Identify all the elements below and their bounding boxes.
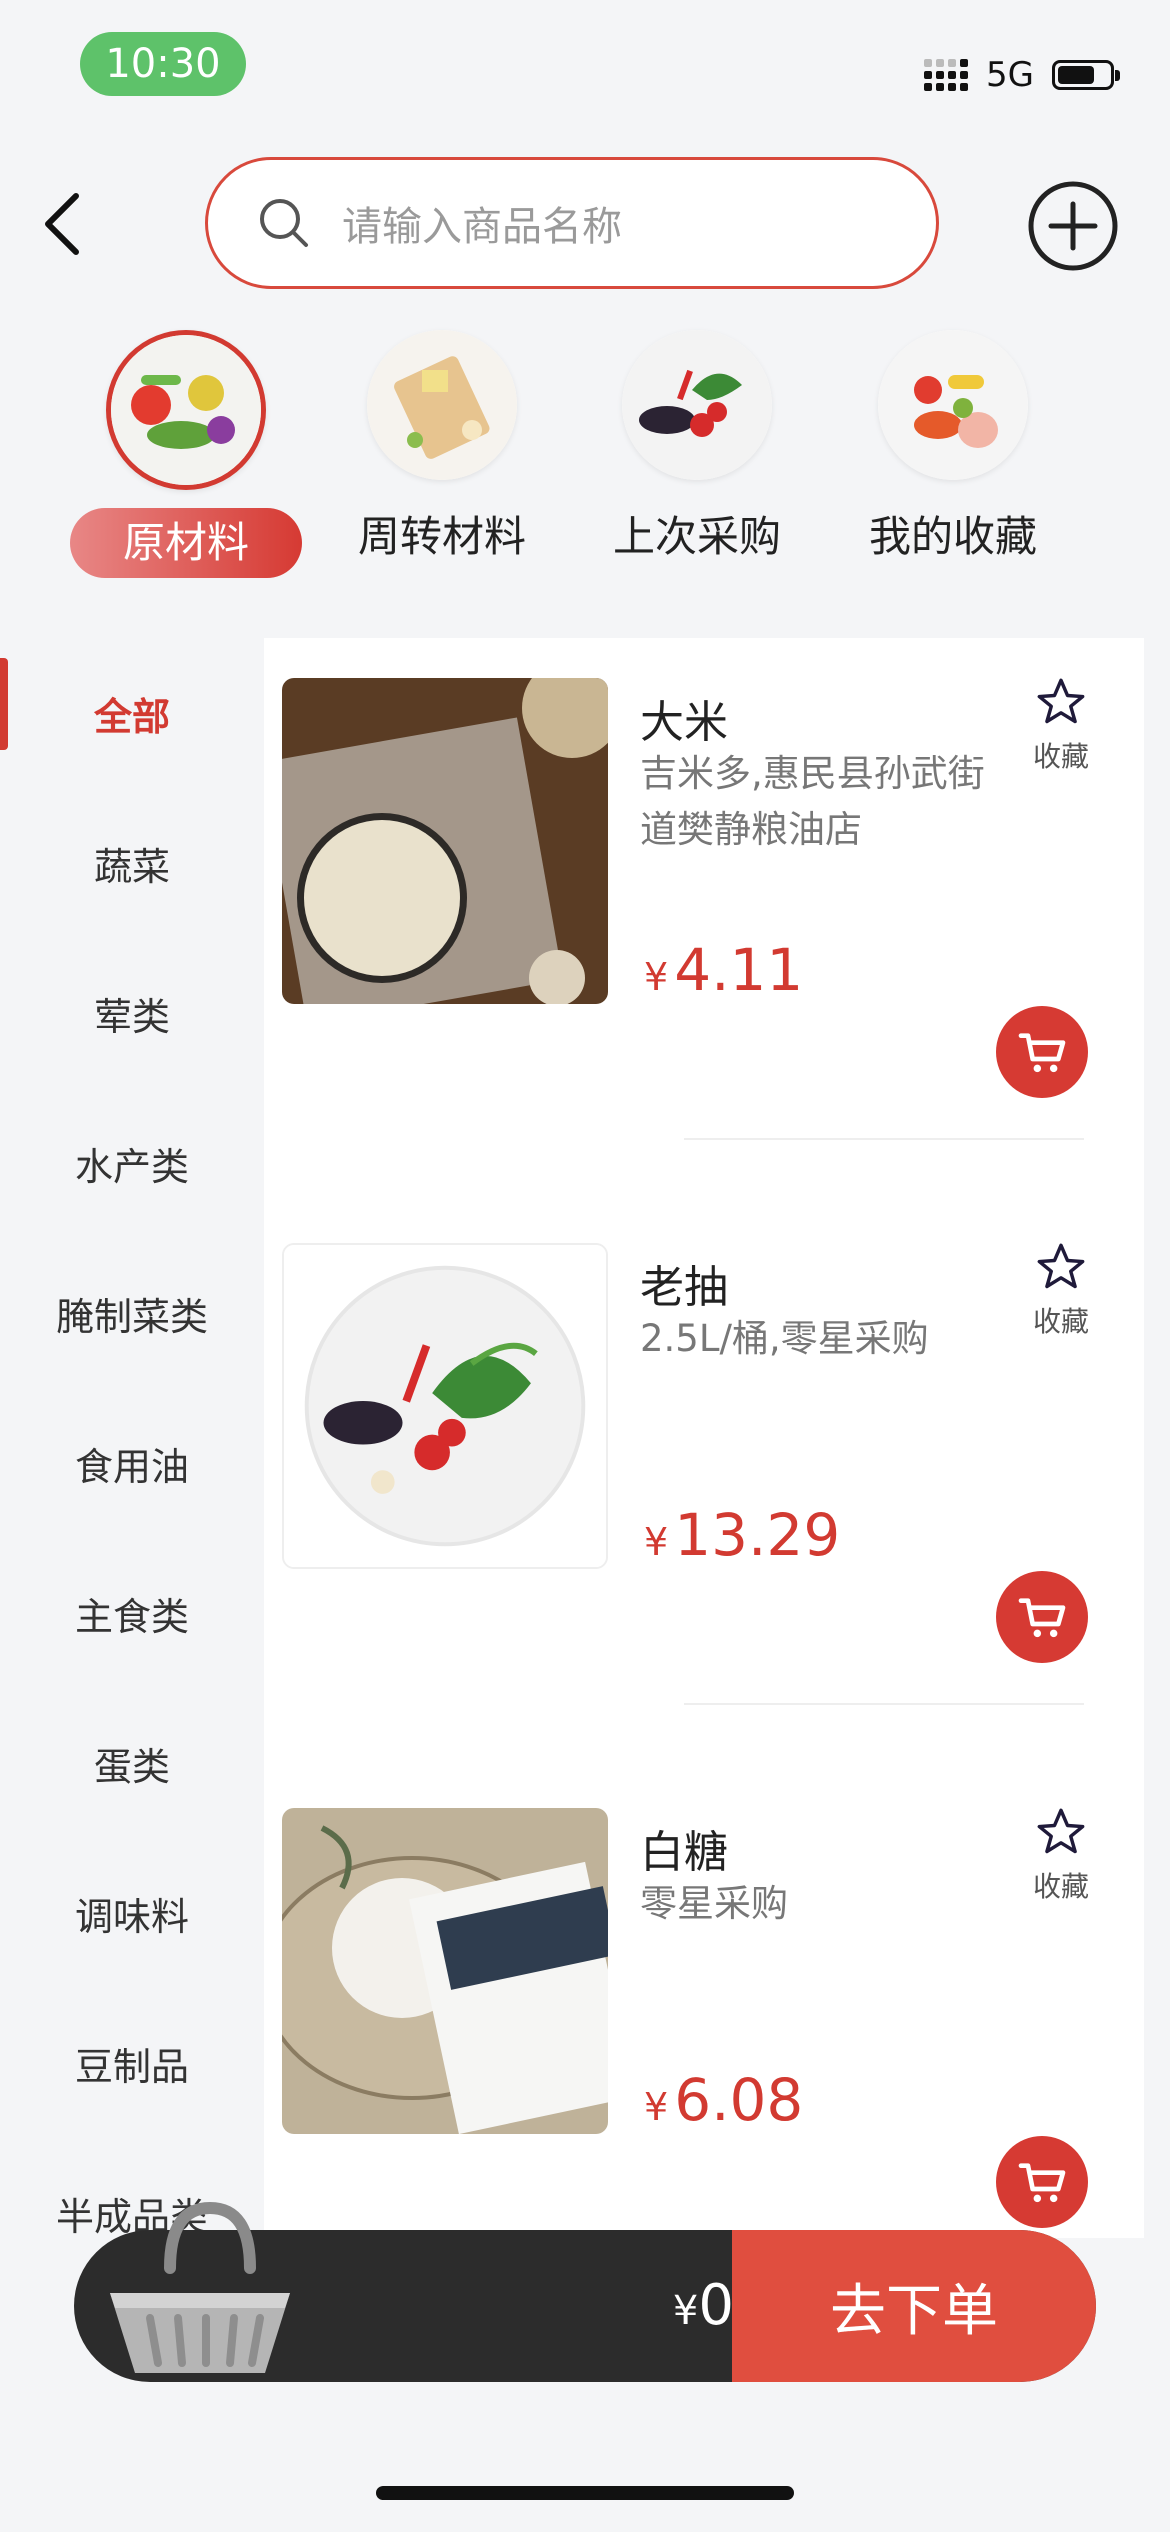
product-item[interactable]: 老抽 2.5L/桶,零星采购 ¥13.29 收藏	[280, 1241, 1140, 1806]
status-time: 10:30	[80, 32, 246, 96]
product-name: 大米	[640, 697, 728, 748]
sidebar-item-eggs[interactable]: 蛋类	[0, 1688, 264, 1838]
product-description: 零星采购	[640, 1882, 788, 1925]
plus-circle-icon	[1028, 181, 1118, 271]
product-name: 白糖	[640, 1827, 728, 1878]
favorite-label: 收藏	[1032, 1305, 1089, 1338]
product-price: ¥13.29	[644, 1501, 841, 1569]
sidebar-item-pickled[interactable]: 腌制菜类	[0, 1238, 264, 1388]
favorite-label: 收藏	[1032, 1870, 1089, 1903]
favorite-button[interactable]: 收藏	[1026, 1241, 1096, 1340]
sidebar-item-soy-products[interactable]: 豆制品	[0, 1988, 264, 2138]
add-to-cart-button[interactable]	[996, 2136, 1088, 2228]
status-indicators: 5G	[924, 50, 1120, 100]
add-button[interactable]	[1025, 178, 1121, 274]
category-label: 原材料	[70, 508, 302, 578]
star-icon	[1037, 1808, 1085, 1854]
sidebar-item-cooking-oil[interactable]: 食用油	[0, 1388, 264, 1538]
groceries-image	[878, 330, 1028, 480]
sidebar-item-vegetables[interactable]: 蔬菜	[0, 788, 264, 938]
sidebar-item-staples[interactable]: 主食类	[0, 1538, 264, 1688]
favorite-button[interactable]: 收藏	[1026, 1806, 1096, 1905]
search-input[interactable]: 请输入商品名称	[205, 157, 939, 289]
product-price: ¥4.11	[644, 936, 804, 1004]
back-button[interactable]	[36, 188, 96, 260]
product-description: 吉米多,惠民县孙武街道樊静粮油店	[640, 752, 985, 851]
category-label: 周转材料	[357, 512, 526, 561]
product-name: 老抽	[640, 1262, 728, 1313]
cart-icon	[1018, 1033, 1066, 1073]
cart-icon	[1018, 2163, 1066, 2203]
sidebar-item-seasoning[interactable]: 调味料	[0, 1838, 264, 1988]
star-icon	[1037, 678, 1085, 724]
sugar-image	[282, 1808, 608, 2134]
sidebar-item-all[interactable]: 全部	[0, 638, 264, 788]
category-tab-raw-materials[interactable]: 原材料	[70, 330, 302, 578]
battery-icon	[1052, 60, 1120, 90]
star-icon	[1037, 1243, 1085, 1289]
home-indicator	[376, 2486, 794, 2500]
ingredients-board-image	[367, 330, 517, 480]
category-label: 我的收藏	[868, 512, 1037, 561]
cart-icon	[1018, 1598, 1066, 1638]
product-price: ¥6.08	[644, 2066, 804, 2134]
category-tab-favorites[interactable]: 我的收藏	[853, 330, 1053, 572]
cart-total: ¥0	[672, 2273, 734, 2338]
search-icon	[260, 199, 308, 247]
place-order-button[interactable]: 去下单	[732, 2230, 1096, 2382]
soy-sauce-image	[282, 1243, 608, 1569]
sidebar-item-meat[interactable]: 荤类	[0, 938, 264, 1088]
favorite-label: 收藏	[1032, 740, 1089, 773]
rice-image	[282, 678, 608, 1004]
sidebar-item-seafood[interactable]: 水产类	[0, 1088, 264, 1238]
network-label: 5G	[986, 55, 1034, 95]
category-tab-turnover[interactable]: 周转材料	[342, 330, 542, 572]
product-description: 2.5L/桶,零星采购	[640, 1317, 929, 1360]
add-to-cart-button[interactable]	[996, 1006, 1088, 1098]
back-arrow-icon	[45, 193, 79, 255]
signal-icon	[924, 59, 969, 91]
add-to-cart-button[interactable]	[996, 1571, 1088, 1663]
vegetable-bowl-image	[622, 330, 772, 480]
product-item[interactable]: 大米 吉米多,惠民县孙武街道樊静粮油店 ¥4.11 收藏	[280, 676, 1140, 1241]
search-placeholder: 请输入商品名称	[342, 204, 622, 250]
sidebar-nav: 全部 蔬菜 荤类 水产类 腌制菜类 食用油 主食类 蛋类 调味料 豆制品 半成品…	[0, 638, 264, 2288]
favorite-button[interactable]: 收藏	[1026, 676, 1096, 775]
category-tab-last-purchase[interactable]: 上次采购	[597, 330, 797, 572]
basket-icon[interactable]	[100, 2198, 300, 2378]
vegetables-image	[106, 330, 266, 490]
category-label: 上次采购	[612, 512, 781, 561]
